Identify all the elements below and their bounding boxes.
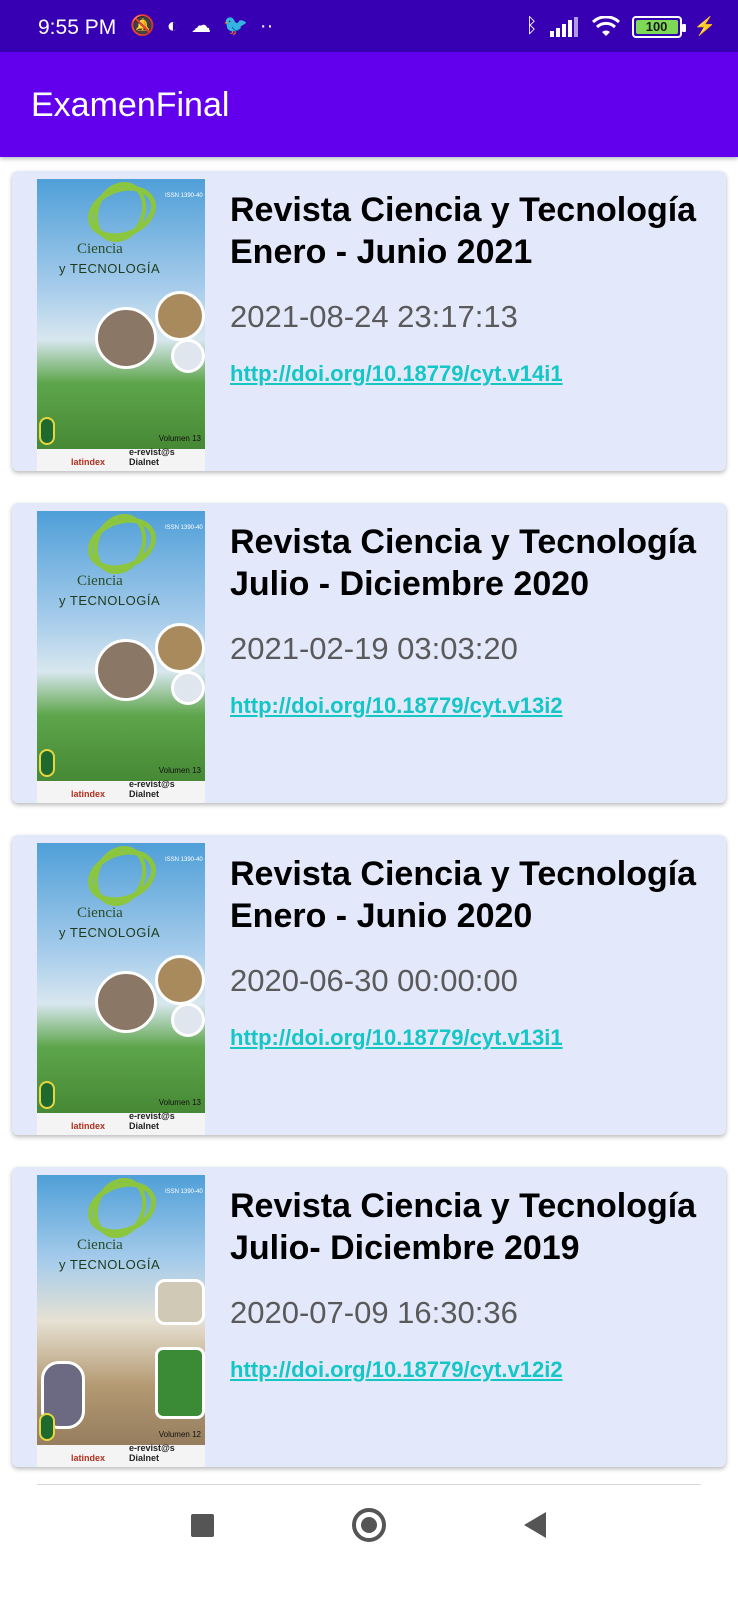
doi-link[interactable]: http://doi.org/10.18779/cyt.v13i2 — [230, 693, 563, 719]
wifi-icon — [591, 15, 620, 36]
journal-title: Revista Ciencia y Tecnología Enero - Jun… — [230, 855, 697, 935]
data-saver-icon: ◐ — [166, 15, 179, 37]
bluetooth-icon: ᛒ — [525, 15, 538, 37]
app-bar: ExamenFinal — [0, 52, 738, 157]
status-system-icons: ᛒ 100 ⚡ — [526, 15, 716, 38]
battery-level: 100 — [635, 19, 678, 34]
system-nav-bar — [0, 1486, 738, 1600]
divider — [37, 1484, 701, 1485]
doi-link[interactable]: http://doi.org/10.18779/cyt.v14i1 — [230, 361, 563, 387]
back-triangle-icon[interactable] — [524, 1512, 546, 1538]
battery-icon: 100 — [631, 15, 686, 38]
status-time: 9:55 PM — [38, 16, 117, 39]
cloud-icon: ☁ — [191, 15, 211, 37]
home-circle-icon[interactable] — [352, 1508, 386, 1542]
muted-bell-icon: 🔕 — [130, 15, 155, 37]
journal-date: 2021-08-24 23:17:13 — [230, 299, 518, 334]
list-item[interactable]: ISSN 1390-40 Ciencia y TECNOLOGÍA Volume… — [12, 503, 726, 803]
journal-title: Revista Ciencia y Tecnología Julio - Dic… — [230, 523, 697, 603]
status-notification-icons: 🔕 ◐ ☁ 🐦 ·· — [130, 16, 273, 36]
journal-date: 2021-02-19 03:03:20 — [230, 631, 518, 666]
status-bar: 9:55 PM 🔕 ◐ ☁ 🐦 ·· ᛒ 100 ⚡ — [0, 0, 738, 52]
journal-title: Revista Ciencia y Tecnología Enero - Jun… — [230, 191, 697, 271]
doi-link[interactable]: http://doi.org/10.18779/cyt.v12i2 — [230, 1357, 563, 1383]
journal-cover-image: ISSN 1390-40 Ciencia y TECNOLOGÍA Volume… — [37, 511, 205, 803]
journal-cover-image: ISSN 1390-40 Ciencia y TECNOLOGÍA Volume… — [37, 1175, 205, 1467]
doi-link[interactable]: http://doi.org/10.18779/cyt.v13i1 — [230, 1025, 563, 1051]
journal-date: 2020-06-30 00:00:00 — [230, 963, 518, 998]
twitter-icon: 🐦 — [223, 15, 248, 37]
list-item[interactable]: ISSN 1390-40 Ciencia y TECNOLOGÍA Volume… — [12, 835, 726, 1135]
more-dots-icon: ·· — [259, 15, 274, 37]
charging-icon: ⚡ — [693, 16, 716, 36]
journal-date: 2020-07-09 16:30:36 — [230, 1295, 518, 1330]
signal-icon — [549, 16, 578, 37]
list-item[interactable]: ISSN 1390-40 Ciencia y TECNOLOGÍA Volume… — [12, 1167, 726, 1467]
recents-square-icon[interactable] — [191, 1514, 214, 1537]
journal-title: Revista Ciencia y Tecnología Julio- Dici… — [230, 1187, 697, 1267]
list-item[interactable]: ISSN 1390-40 Ciencia y TECNOLOGÍA Volume… — [12, 171, 726, 471]
journal-cover-image: ISSN 1390-40 Ciencia y TECNOLOGÍA Volume… — [37, 179, 205, 471]
app-title: ExamenFinal — [31, 86, 230, 124]
journal-cover-image: ISSN 1390-40 Ciencia y TECNOLOGÍA Volume… — [37, 843, 205, 1135]
